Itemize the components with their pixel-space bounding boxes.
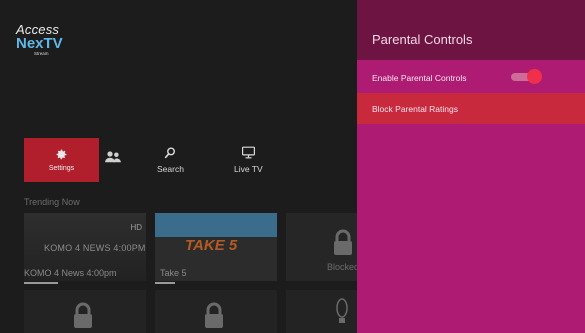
watch-progress <box>24 282 58 284</box>
trophy-icon <box>336 298 348 323</box>
tile-overlay-title: KOMO 4 NEWS 4:00PM <box>44 243 146 253</box>
nav-search-label: Search <box>157 164 184 174</box>
tile-sports[interactable] <box>286 290 357 333</box>
row-label: Enable Parental Controls <box>372 73 467 83</box>
nav-search[interactable]: Search <box>157 146 184 174</box>
search-icon <box>164 147 175 159</box>
tile-overlay-title: TAKE 5 <box>185 237 238 254</box>
hd-badge: HD <box>130 223 142 232</box>
main-nav: Settings Search Live TV <box>24 138 355 182</box>
tile-label: Take 5 <box>160 268 187 278</box>
nav-livetv[interactable]: Live TV <box>234 146 263 174</box>
toggle-knob <box>527 69 542 84</box>
nav-livetv-label: Live TV <box>234 164 263 174</box>
users-icon <box>105 151 121 163</box>
panel-header: Parental Controls <box>357 0 585 60</box>
parental-controls-toggle[interactable] <box>511 69 543 84</box>
brand-logo: Access NexTV Stream <box>16 22 63 56</box>
lock-icon <box>74 302 92 328</box>
enable-parental-controls-row[interactable]: Enable Parental Controls <box>357 62 585 93</box>
panel-title: Parental Controls <box>372 32 473 47</box>
tile-locked[interactable] <box>24 290 146 333</box>
tile-blocked[interactable]: Blocked <box>286 213 357 281</box>
nav-profiles[interactable] <box>104 148 122 166</box>
tile-locked[interactable] <box>155 290 277 333</box>
block-parental-ratings-row[interactable]: Block Parental Ratings <box>357 93 585 124</box>
parental-controls-panel: Parental Controls Enable Parental Contro… <box>357 0 585 333</box>
brand-line2: NexTV <box>16 35 63 52</box>
watch-progress <box>155 282 175 284</box>
tv-icon <box>241 146 255 159</box>
lock-icon <box>334 229 352 255</box>
tile-thumbnail <box>155 213 277 237</box>
gear-icon <box>56 149 67 160</box>
nav-settings-label: Settings <box>48 165 75 172</box>
row-label: Block Parental Ratings <box>372 104 458 114</box>
tile-label: KOMO 4 News 4:00pm <box>24 268 117 278</box>
nav-settings[interactable]: Settings <box>24 138 99 182</box>
section-title: Trending Now <box>24 197 80 207</box>
lock-icon <box>205 302 223 328</box>
blocked-label: Blocked <box>327 262 357 272</box>
